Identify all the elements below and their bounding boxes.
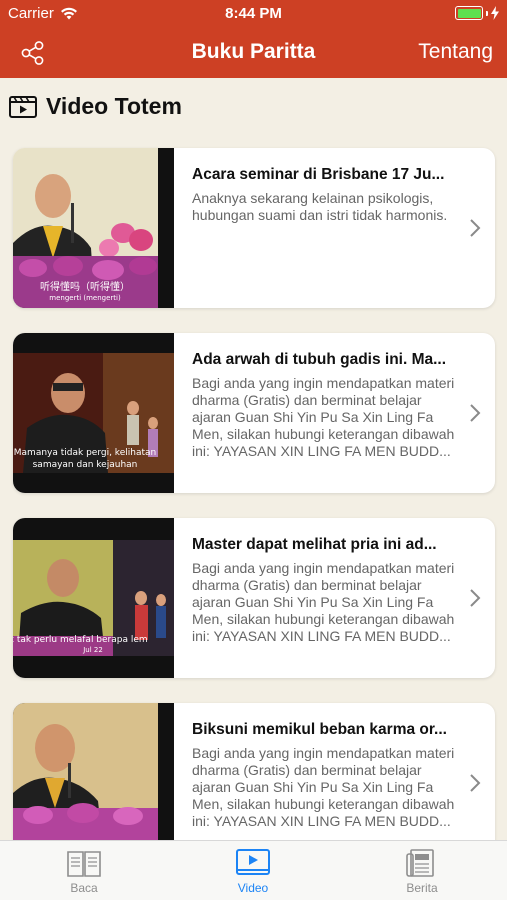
- video-play-icon: [236, 849, 270, 875]
- video-caption-sub: samayan dan kejauhan: [33, 460, 138, 470]
- video-title: Master dapat melihat pria ini ad...: [192, 536, 437, 553]
- tab-bar: Baca Video Berita: [0, 840, 507, 900]
- video-title: Acara seminar di Brisbane 17 Ju...: [192, 166, 445, 183]
- video-caption: 听得懂吗（听得懂）: [40, 281, 130, 293]
- video-caption-sub: mengerti (mengerti): [49, 294, 121, 302]
- chevron-right-icon: [470, 589, 481, 607]
- battery-indicator: [455, 6, 499, 20]
- video-text: Biksuni memikul beban karma or... Bagi a…: [192, 721, 462, 830]
- video-title: Biksuni memikul beban karma or...: [192, 721, 447, 738]
- video-thumbnail: 听得懂吗（听得懂） mengerti (mengerti): [13, 148, 174, 308]
- video-card[interactable]: kok tak perlu melafal berapa lem Jul 22 …: [13, 518, 495, 678]
- book-icon: [67, 851, 101, 877]
- video-caption: kok tak perlu melafal berapa lem: [13, 635, 148, 645]
- video-caption: Mamanya tidak pergi, kelihatan: [14, 448, 156, 458]
- video-card[interactable]: Biksuni memikul beban karma or... Bagi a…: [13, 703, 495, 863]
- charging-bolt-icon: [491, 6, 499, 20]
- video-description: Bagi anda yang ingin mendapatkan materi …: [192, 375, 455, 459]
- chevron-right-icon: [470, 219, 481, 237]
- video-caption-sub: Jul 22: [82, 646, 103, 654]
- section-title: Video Totem: [46, 92, 182, 119]
- section-header: Video Totem: [8, 90, 182, 122]
- video-description: Anaknya sekarang kelainan psikologis, hu…: [192, 190, 448, 223]
- tab-baca[interactable]: Baca: [39, 847, 129, 895]
- newspaper-icon: [406, 849, 434, 877]
- navigation-bar: Buku Paritta Tentang: [0, 28, 507, 78]
- about-button[interactable]: Tentang: [418, 40, 493, 64]
- video-card[interactable]: 听得懂吗（听得懂） mengerti (mengerti) Acara semi…: [13, 148, 495, 308]
- chevron-right-icon: [470, 774, 481, 792]
- video-description: Bagi anda yang ingin mendapatkan materi …: [192, 745, 455, 829]
- battery-icon: [455, 6, 483, 20]
- video-text: Master dapat melihat pria ini ad... Bagi…: [192, 536, 462, 645]
- video-text: Ada arwah di tubuh gadis ini. Ma... Bagi…: [192, 351, 462, 460]
- tab-berita[interactable]: Berita: [377, 847, 467, 895]
- status-bar: Carrier 8:44 PM: [0, 0, 507, 28]
- video-card[interactable]: Mamanya tidak pergi, kelihatan samayan d…: [13, 333, 495, 493]
- video-text: Acara seminar di Brisbane 17 Ju... Anakn…: [192, 166, 462, 224]
- video-thumbnail: [13, 703, 174, 863]
- clock: 8:44 PM: [225, 5, 282, 22]
- video-description: Bagi anda yang ingin mendapatkan materi …: [192, 560, 455, 644]
- video-icon: [9, 96, 37, 118]
- tab-label: Video: [237, 881, 269, 895]
- video-title: Ada arwah di tubuh gadis ini. Ma...: [192, 351, 447, 368]
- chevron-right-icon: [470, 404, 481, 422]
- tab-label: Berita: [406, 881, 438, 895]
- video-thumbnail: kok tak perlu melafal berapa lem Jul 22: [13, 518, 174, 678]
- tab-video[interactable]: Video: [208, 847, 298, 895]
- video-thumbnail: Mamanya tidak pergi, kelihatan samayan d…: [13, 333, 174, 493]
- tab-label: Baca: [70, 881, 98, 895]
